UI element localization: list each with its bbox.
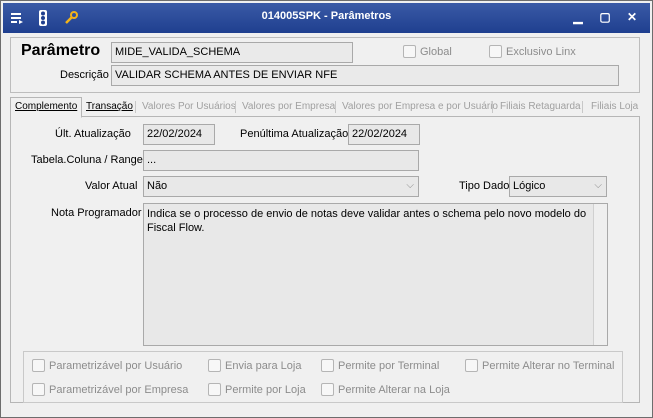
parametrizavel-empresa-checkbox[interactable]: Parametrizável por Empresa [32,383,188,396]
title-bar: 014005SPK - Parâmetros ▁ ▢ ✕ [3,3,650,33]
permite-alterar-loja-label: Permite Alterar na Loja [338,383,450,396]
complemento-panel: Últ. Atualização 22/02/2024 Penúltima At… [10,117,640,403]
parametro-field[interactable]: MIDE_VALIDA_SCHEMA [111,42,353,63]
nota-programador-text: Indica se o processo de envio de notas d… [147,208,587,234]
nota-scrollbar[interactable] [593,204,607,345]
tab-filiais-retaguarda[interactable]: Filiais Retaguarda [500,101,581,112]
close-button[interactable]: ✕ [624,10,640,24]
tab-separator [235,101,236,113]
tipo-dado-select[interactable]: Lógico ⌵ [509,176,607,197]
envia-para-loja-checkbox[interactable]: Envia para Loja [208,359,301,372]
window-title: 014005SPK - Parâmetros [261,10,392,22]
valor-atual-select[interactable]: Não ⌵ [143,176,419,197]
tabela-coluna-label: Tabela.Coluna / Range [31,154,143,166]
parametrizavel-empresa-label: Parametrizável por Empresa [49,383,189,396]
minimize-button[interactable]: ▁ [570,10,586,24]
descricao-label: Descrição [60,69,109,81]
parametrizavel-usuario-checkbox[interactable]: Parametrizável por Usuário [32,359,182,372]
global-checkbox-label: Global [420,45,452,58]
parametro-panel: Parâmetro MIDE_VALIDA_SCHEMA Descrição V… [10,37,640,93]
options-panel: Parametrizável por Usuário Envia para Lo… [23,351,623,403]
envia-para-loja-label: Envia para Loja [225,359,302,372]
tab-valores-por-usuarios[interactable]: Valores Por Usuários [142,101,236,112]
maximize-button[interactable]: ▢ [597,10,613,24]
parametrizavel-usuario-box[interactable] [32,359,45,372]
parametrizavel-empresa-box[interactable] [32,383,45,396]
permite-por-terminal-checkbox[interactable]: Permite por Terminal [321,359,439,372]
exclusivo-linx-checkbox[interactable]: Exclusivo Linx [489,45,576,58]
tab-separator [582,101,583,113]
global-checkbox[interactable]: Global [403,45,452,58]
tab-strip: Complemento Transação Valores Por Usuári… [10,97,640,118]
tab-transacao[interactable]: Transação [86,101,133,112]
tipo-dado-value: Lógico [513,180,546,192]
ult-atualizacao-field[interactable]: 22/02/2024 [143,124,215,145]
ult-atualizacao-label: Últ. Atualização [55,128,131,140]
permite-alterar-terminal-checkbox[interactable]: Permite Alterar no Terminal [465,359,614,372]
permite-alterar-loja-box[interactable] [321,383,334,396]
envia-para-loja-box[interactable] [208,359,221,372]
chevron-down-icon[interactable]: ⌵ [406,180,414,191]
valor-atual-value: Não [147,180,168,192]
tab-valores-empresa-usuario[interactable]: Valores por Empresa e por Usuário [342,101,498,112]
tab-separator [492,101,493,113]
tab-separator [135,101,136,113]
permite-por-loja-checkbox[interactable]: Permite por Loja [208,383,306,396]
tab-separator [335,101,336,113]
parametros-window: 014005SPK - Parâmetros ▁ ▢ ✕ Parâmetro M… [0,0,653,418]
tipo-dado-label: Tipo Dado [459,180,510,192]
permite-alterar-loja-checkbox[interactable]: Permite Alterar na Loja [321,383,450,396]
tabela-coluna-field[interactable]: ... [143,150,419,171]
valor-atual-label: Valor Atual [85,180,138,192]
exclusivo-linx-checkbox-label: Exclusivo Linx [506,45,576,58]
permite-por-terminal-label: Permite por Terminal [338,359,440,372]
parametrizavel-usuario-label: Parametrizável por Usuário [49,359,183,372]
penultima-atualizacao-field[interactable]: 22/02/2024 [348,124,420,145]
permite-por-loja-box[interactable] [208,383,221,396]
tab-complemento[interactable]: Complemento [10,97,83,118]
nota-programador-textarea[interactable]: Indica se o processo de envio de notas d… [143,203,608,346]
permite-alterar-terminal-box[interactable] [465,359,478,372]
permite-por-terminal-box[interactable] [321,359,334,372]
penultima-atualizacao-label: Penúltima Atualização [240,128,349,140]
permite-alterar-terminal-label: Permite Alterar no Terminal [482,359,615,372]
permite-por-loja-label: Permite por Loja [225,383,306,396]
global-checkbox-box[interactable] [403,45,416,58]
tab-filiais-loja[interactable]: Filiais Loja [591,101,638,112]
descricao-field[interactable]: VALIDAR SCHEMA ANTES DE ENVIAR NFE [111,65,619,86]
chevron-down-icon[interactable]: ⌵ [594,180,602,191]
parametro-label: Parâmetro [21,42,101,59]
nota-programador-label: Nota Programador [51,207,142,219]
tab-valores-por-empresa[interactable]: Valores por Empresa [242,101,335,112]
exclusivo-linx-checkbox-box[interactable] [489,45,502,58]
